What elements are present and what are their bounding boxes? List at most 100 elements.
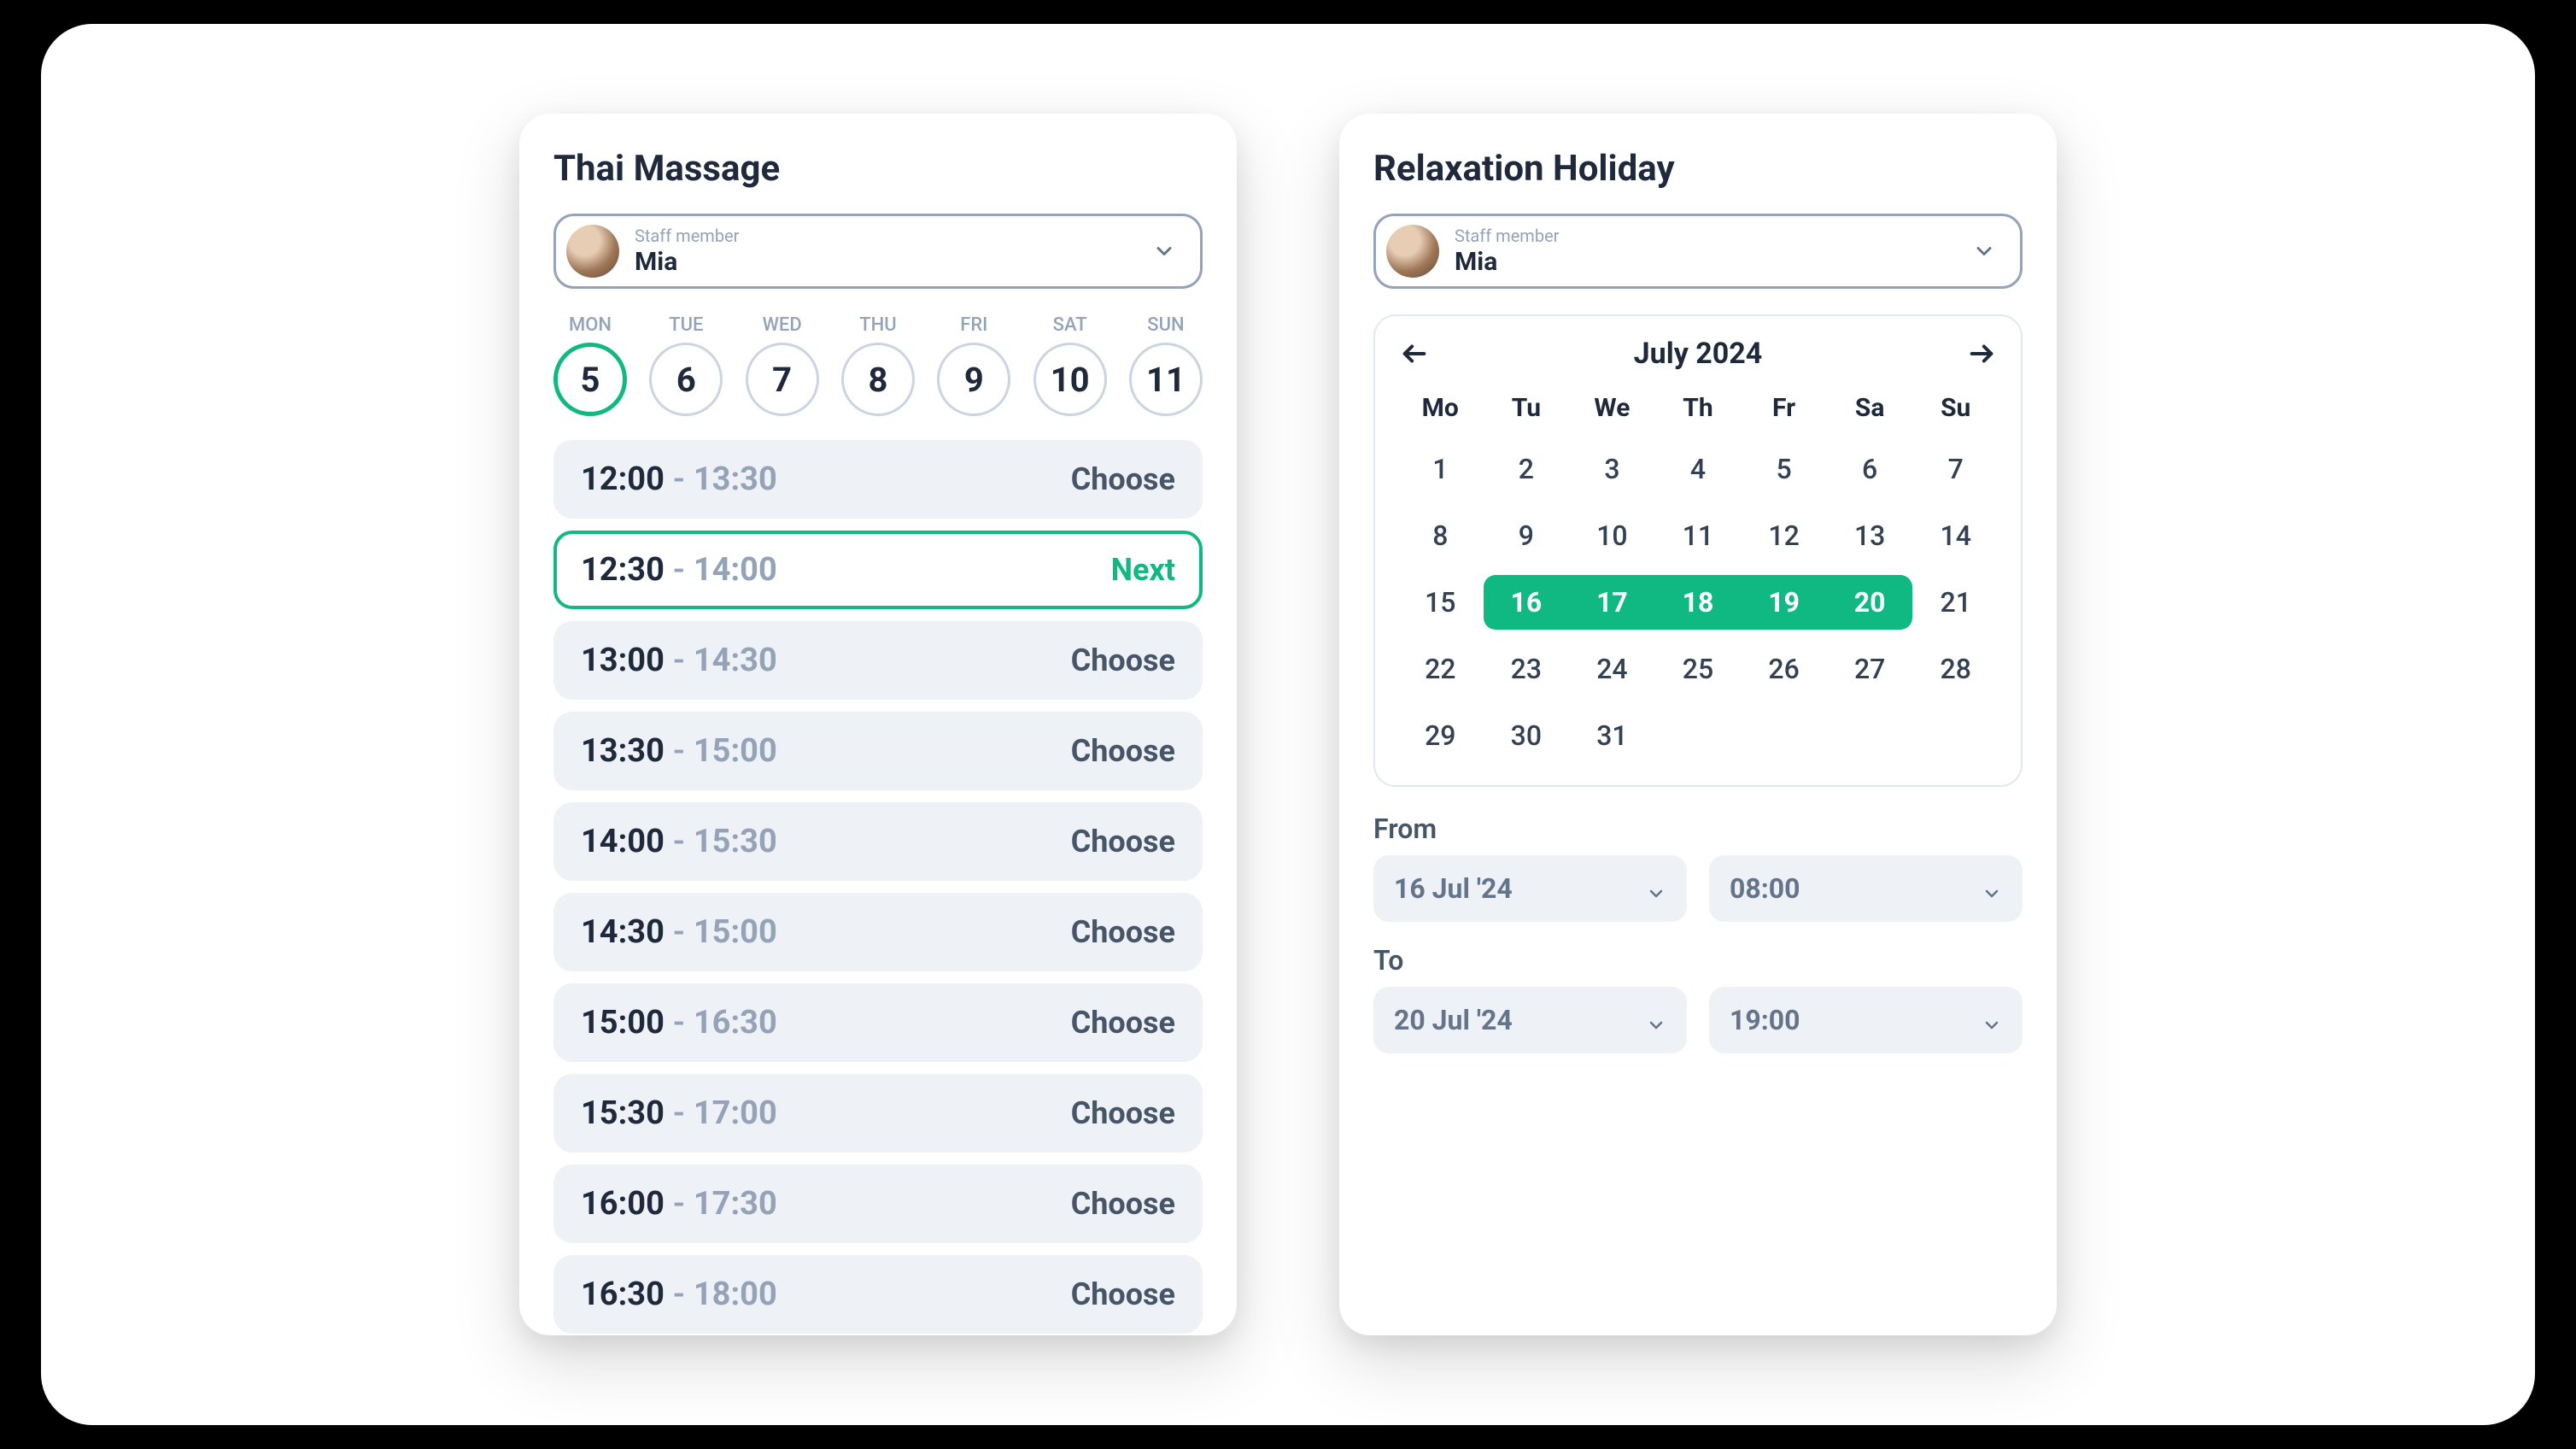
slot-time-range: 16:30 - 18:00	[581, 1276, 777, 1313]
calendar-day[interactable]: 3	[1569, 442, 1655, 496]
calendar-day[interactable]: 18	[1655, 575, 1742, 630]
booking-card-right: Relaxation Holiday Staff member Mia July…	[1339, 114, 2057, 1335]
calendar-day[interactable]: 24	[1569, 642, 1655, 696]
staff-select[interactable]: Staff member Mia	[1373, 214, 2023, 289]
day-button[interactable]: 10	[1033, 343, 1107, 416]
calendar-dow: We	[1569, 386, 1655, 430]
choose-button[interactable]: Choose	[1071, 461, 1175, 497]
time-slot[interactable]: 14:30 - 15:00 Choose	[553, 893, 1203, 971]
slot-separator: -	[673, 823, 685, 860]
calendar-day[interactable]: 4	[1655, 442, 1742, 496]
slot-end: 17:00	[694, 1094, 777, 1132]
chevron-down-icon	[1982, 1010, 2002, 1030]
choose-button[interactable]: Choose	[1071, 642, 1175, 678]
calendar-day[interactable]: 17	[1569, 575, 1655, 630]
time-slot[interactable]: 15:00 - 16:30Choose	[553, 983, 1203, 1062]
next-button[interactable]: Next	[1111, 552, 1175, 588]
chevron-down-icon	[1152, 239, 1176, 263]
calendar-day[interactable]: 28	[1912, 642, 1999, 696]
calendar-day[interactable]: 19	[1741, 575, 1827, 630]
day-abbr: TUE	[669, 314, 703, 336]
slot-end: 18:00	[694, 1276, 777, 1313]
calendar-day[interactable]: 11	[1655, 508, 1742, 563]
day-column: THU 8	[841, 314, 915, 416]
calendar-day[interactable]: 2	[1484, 442, 1570, 496]
calendar-day[interactable]: 21	[1912, 575, 1999, 630]
time-slot[interactable]: 12:00 - 13:30Choose	[553, 440, 1203, 519]
day-button[interactable]: 11	[1129, 343, 1203, 416]
time-slot[interactable]: 16:30 - 18:00 Choose	[553, 1255, 1203, 1334]
slot-separator: -	[673, 642, 685, 679]
calendar-day[interactable]: 15	[1397, 575, 1484, 630]
calendar-day[interactable]: 12	[1741, 508, 1827, 563]
calendar-day	[1827, 708, 1913, 763]
slot-start: 16:00	[581, 1185, 664, 1223]
day-abbr: THU	[859, 314, 896, 336]
choose-button[interactable]: Choose	[1071, 1276, 1175, 1312]
day-button[interactable]: 7	[746, 343, 819, 416]
slot-time-range: 14:30 - 15:00	[581, 913, 777, 951]
to-date-select[interactable]: 20 Jul '24	[1373, 987, 1687, 1053]
choose-button[interactable]: Choose	[1071, 733, 1175, 769]
calendar-dow: Sa	[1827, 386, 1913, 430]
from-date-value: 16 Jul '24	[1394, 872, 1513, 905]
to-row: 20 Jul '24 19:00	[1373, 987, 2023, 1053]
time-slot[interactable]: 14:00 - 15:30Choose	[553, 802, 1203, 881]
calendar-day	[1912, 708, 1999, 763]
calendar-day[interactable]: 20	[1827, 575, 1913, 630]
day-button[interactable]: 6	[649, 343, 723, 416]
calendar-day[interactable]: 10	[1569, 508, 1655, 563]
choose-button[interactable]: Choose	[1071, 824, 1175, 859]
day-abbr: MON	[569, 314, 612, 336]
slot-separator: -	[673, 1276, 685, 1313]
calendar-day[interactable]: 30	[1484, 708, 1570, 763]
time-slot[interactable]: 13:30 - 15:00 Choose	[553, 712, 1203, 790]
day-button[interactable]: 8	[841, 343, 915, 416]
calendar-day[interactable]: 1	[1397, 442, 1484, 496]
calendar-day[interactable]: 9	[1484, 508, 1570, 563]
staff-name: Mia	[1455, 248, 1957, 276]
from-date-select[interactable]: 16 Jul '24	[1373, 855, 1687, 922]
next-month-button[interactable]	[1964, 337, 1999, 371]
calendar-day[interactable]: 25	[1655, 642, 1742, 696]
calendar-day[interactable]: 8	[1397, 508, 1484, 563]
booking-card-left: Thai Massage Staff member Mia MON5TUE6WE…	[519, 114, 1237, 1335]
from-time-select[interactable]: 08:00	[1709, 855, 2023, 922]
choose-button[interactable]: Choose	[1071, 1095, 1175, 1131]
slot-time-range: 12:30 - 14:00	[581, 551, 777, 589]
calendar-day[interactable]: 7	[1912, 442, 1999, 496]
time-slot[interactable]: 16:00 - 17:30 Choose	[553, 1164, 1203, 1243]
calendar-day[interactable]: 5	[1741, 442, 1827, 496]
calendar-day[interactable]: 6	[1827, 442, 1913, 496]
slot-separator: -	[673, 1185, 685, 1223]
slot-time-range: 15:30 - 17:00	[581, 1094, 777, 1132]
time-slot[interactable]: 12:30 - 14:00 Next	[553, 531, 1203, 609]
slot-time-range: 16:00 - 17:30	[581, 1185, 777, 1223]
time-slot[interactable]: 13:00 - 14:30Choose	[553, 621, 1203, 700]
prev-month-button[interactable]	[1397, 337, 1431, 371]
staff-select[interactable]: Staff member Mia	[553, 214, 1203, 289]
calendar-dow: Su	[1912, 386, 1999, 430]
calendar-day	[1741, 708, 1827, 763]
day-button[interactable]: 5	[553, 343, 627, 416]
time-slot[interactable]: 15:30 - 17:00 Choose	[553, 1074, 1203, 1153]
calendar-dow: Th	[1655, 386, 1742, 430]
to-time-select[interactable]: 19:00	[1709, 987, 2023, 1053]
to-time-value: 19:00	[1730, 1004, 1800, 1036]
calendar-day[interactable]: 22	[1397, 642, 1484, 696]
choose-button[interactable]: Choose	[1071, 914, 1175, 950]
calendar-dow: Mo	[1397, 386, 1484, 430]
day-button[interactable]: 9	[937, 343, 1010, 416]
calendar-day[interactable]: 23	[1484, 642, 1570, 696]
calendar-day[interactable]: 27	[1827, 642, 1913, 696]
calendar-day[interactable]: 16	[1484, 575, 1570, 630]
calendar-day[interactable]: 31	[1569, 708, 1655, 763]
calendar-day[interactable]: 26	[1741, 642, 1827, 696]
slot-time-range: 13:30 - 15:00	[581, 732, 777, 770]
calendar-day[interactable]: 13	[1827, 508, 1913, 563]
choose-button[interactable]: Choose	[1071, 1186, 1175, 1222]
calendar-day[interactable]: 29	[1397, 708, 1484, 763]
service-title: Thai Massage	[553, 148, 1203, 190]
calendar-day[interactable]: 14	[1912, 508, 1999, 563]
choose-button[interactable]: Choose	[1071, 1005, 1175, 1041]
